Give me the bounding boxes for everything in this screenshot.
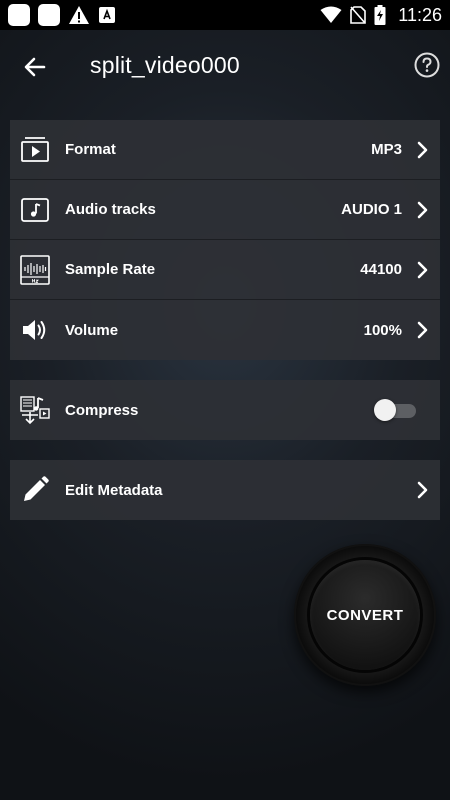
format-row[interactable]: Format MP3: [10, 120, 440, 180]
chevron-right-icon: [417, 261, 428, 279]
help-icon[interactable]: [412, 50, 442, 80]
convert-button-bezel: CONVERT: [294, 544, 436, 686]
volume-row[interactable]: Volume 100%: [10, 300, 440, 360]
pencil-icon: [24, 476, 49, 501]
convert-label: CONVERT: [326, 606, 404, 624]
audio-tracks-value: AUDIO 1: [341, 201, 402, 218]
battery-charging-icon: [374, 5, 386, 25]
volume-icon: [23, 320, 46, 340]
chevron-right-icon: [417, 141, 428, 159]
edit-metadata-row[interactable]: Edit Metadata: [10, 460, 440, 520]
convert-button[interactable]: CONVERT: [310, 560, 420, 670]
volume-label: Volume: [65, 321, 119, 339]
wifi-icon: [320, 6, 342, 23]
compress-media-icon: [20, 396, 50, 425]
format-value: MP3: [371, 141, 402, 158]
page-title: split_video000: [90, 52, 240, 78]
back-arrow-icon[interactable]: [20, 52, 50, 82]
edit-metadata-label: Edit Metadata: [65, 481, 163, 499]
no-sim-icon: [350, 6, 367, 24]
warning-icon: [69, 6, 89, 24]
compress-row[interactable]: Compress: [10, 380, 440, 440]
music-note-icon: [21, 198, 49, 222]
compress-label: Compress: [65, 401, 139, 419]
chevron-right-icon: [417, 481, 428, 499]
app-header: split_video000: [0, 30, 450, 102]
settings-card: Format MP3 Audio tracks AUDIO 1 Sample R…: [10, 120, 440, 360]
sample-rate-row[interactable]: Sample Rate 44100: [10, 240, 440, 300]
format-label: Format: [65, 141, 116, 158]
audio-tracks-row[interactable]: Audio tracks AUDIO 1: [10, 180, 440, 240]
clock: 11:26: [398, 4, 442, 25]
notification-app-icon: [8, 4, 30, 26]
video-play-icon: [21, 137, 49, 162]
sample-rate-label: Sample Rate: [65, 261, 156, 278]
compress-toggle[interactable]: [374, 399, 416, 421]
sample-rate-value: 44100: [360, 261, 402, 278]
audio-tracks-label: Audio tracks: [65, 201, 156, 218]
compress-card: Compress: [10, 380, 440, 440]
status-bar: 11:26: [0, 0, 450, 30]
font-download-icon: [99, 7, 115, 23]
waveform-hz-icon: [20, 255, 50, 285]
chevron-right-icon: [417, 201, 428, 219]
toggle-knob: [374, 399, 396, 421]
chevron-right-icon: [417, 321, 428, 339]
metadata-card: Edit Metadata: [10, 460, 440, 520]
notification-app-icon: [38, 4, 60, 26]
notification-icons: [8, 4, 116, 26]
volume-value: 100%: [363, 321, 402, 339]
